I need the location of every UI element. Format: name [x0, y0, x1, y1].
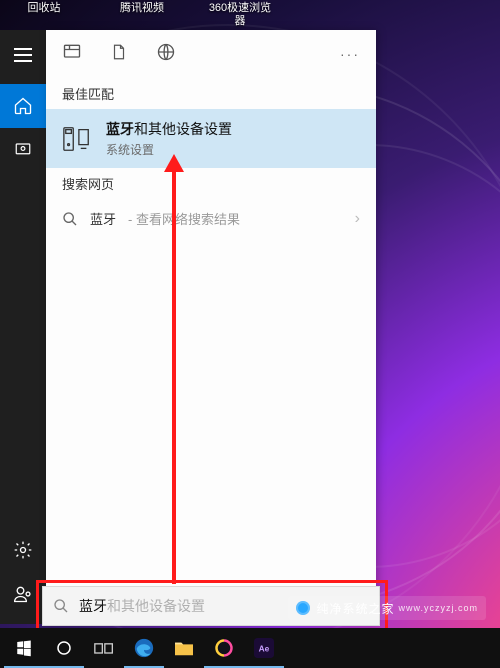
- bluetooth-settings-icon: [62, 124, 92, 154]
- scope-all-icon[interactable]: [62, 42, 82, 67]
- taskbar-app-colorful[interactable]: [204, 628, 244, 668]
- user-icon: [13, 584, 33, 604]
- taskbar-after-effects[interactable]: Ae: [244, 628, 284, 668]
- web-results-header: 搜索网页: [46, 168, 376, 199]
- rail-home[interactable]: [0, 84, 46, 128]
- after-effects-icon: Ae: [254, 638, 274, 658]
- watermark: 纯净系统之家 www.yczyzj.com: [288, 596, 486, 620]
- rail-account[interactable]: [0, 572, 46, 616]
- taskbar-edge[interactable]: [124, 628, 164, 668]
- edge-icon: [133, 637, 155, 659]
- start-left-rail: [0, 30, 46, 624]
- swirl-icon: [214, 638, 234, 658]
- gear-icon: [13, 540, 33, 560]
- windows-logo-icon: [15, 639, 33, 657]
- taskbar: Ae: [0, 628, 500, 668]
- taskbar-task-view[interactable]: [84, 628, 124, 668]
- folder-icon: [173, 639, 195, 657]
- web-result-query: 蓝牙: [90, 209, 116, 228]
- search-typed-text: 蓝牙: [79, 596, 107, 616]
- desktop-icon-tencent-video[interactable]: 腾讯视频: [106, 0, 178, 28]
- search-icon: [62, 211, 78, 227]
- watermark-url: www.yczyzj.com: [398, 603, 478, 613]
- web-result-row[interactable]: 蓝牙 - 查看网络搜索结果 ›: [46, 199, 376, 238]
- desktop-icon-label: 回收站: [28, 2, 61, 15]
- desktop-icon-recycle-bin[interactable]: 回收站: [8, 0, 80, 28]
- rail-settings[interactable]: [0, 528, 46, 572]
- desktop-icon-label: 腾讯视频: [120, 2, 164, 15]
- desktop-icon-360-browser[interactable]: 360极速浏览 器: [204, 0, 276, 28]
- search-ghost-text: 和其他设备设置: [107, 596, 205, 616]
- scope-documents-icon[interactable]: [110, 42, 128, 67]
- hamburger-icon[interactable]: [14, 54, 32, 56]
- watermark-logo-icon: [296, 601, 310, 615]
- taskbar-explorer[interactable]: [164, 628, 204, 668]
- best-match-result[interactable]: 蓝牙和其他设备设置 系统设置: [46, 109, 376, 168]
- best-match-title: 蓝牙和其他设备设置: [106, 119, 232, 139]
- watermark-text: 纯净系统之家: [316, 600, 394, 617]
- annotation-arrow-shaft: [172, 170, 176, 584]
- rail-pinned[interactable]: [0, 128, 46, 172]
- search-scope-row: ···: [46, 30, 376, 78]
- chevron-right-icon: ›: [355, 210, 360, 228]
- search-icon: [53, 598, 69, 614]
- task-view-icon: [94, 640, 114, 656]
- svg-text:Ae: Ae: [259, 643, 270, 653]
- taskbar-start-button[interactable]: [4, 628, 44, 668]
- taskbar-cortana[interactable]: [44, 628, 84, 668]
- web-result-hint: - 查看网络搜索结果: [128, 209, 240, 228]
- home-icon: [13, 96, 33, 116]
- desktop-icons: 回收站 腾讯视频 360极速浏览 器: [0, 0, 284, 28]
- scope-web-icon[interactable]: [156, 42, 176, 67]
- desktop-icon-label: 360极速浏览 器: [204, 2, 276, 28]
- cortana-icon: [55, 639, 73, 657]
- best-match-header: 最佳匹配: [46, 78, 376, 109]
- scope-more[interactable]: ···: [340, 46, 360, 62]
- monitor-icon: [14, 141, 32, 159]
- start-search-panel: ··· 最佳匹配 蓝牙和其他设备设置 系统设置 搜索网页: [46, 30, 376, 624]
